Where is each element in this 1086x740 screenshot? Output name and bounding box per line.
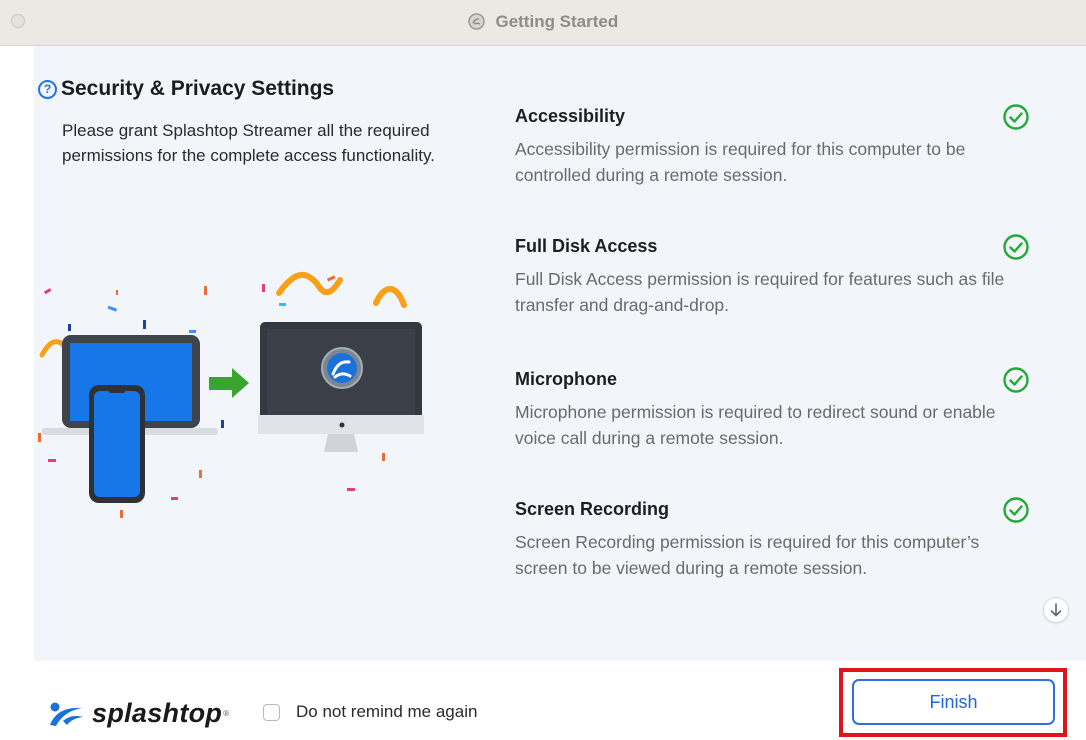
permission-title: Screen Recording [515, 499, 670, 519]
window-title-text: Getting Started [495, 12, 619, 31]
permission-full-disk-access: Full Disk Access Full Disk Access permis… [515, 232, 1035, 365]
check-circle-icon [1003, 497, 1029, 523]
do-not-remind-checkbox[interactable] [263, 703, 280, 721]
permission-title: Full Disk Access [515, 236, 658, 256]
check-circle-icon [1003, 104, 1029, 130]
intro-text: Please grant Splashtop Streamer all the … [62, 121, 435, 165]
permission-description: Microphone permission is required to red… [515, 402, 996, 448]
permission-description: Screen Recording permission is required … [515, 532, 980, 578]
arrow-down-icon [1050, 603, 1062, 617]
brand-registered-mark: ® [223, 708, 230, 718]
permission-list: Accessibility Accessibility permission i… [515, 102, 1035, 625]
splashtop-logo: splashtop ® [46, 697, 229, 729]
window-title: Getting Started [0, 12, 1086, 32]
section-heading: ? Security & Privacy Settings [38, 77, 334, 101]
section-heading-text: Security & Privacy Settings [61, 77, 335, 100]
scroll-down-button[interactable] [1043, 597, 1069, 623]
finish-button[interactable]: Finish [852, 679, 1055, 725]
arrow-right-icon [209, 368, 249, 398]
do-not-remind-label[interactable]: Do not remind me again [296, 702, 477, 722]
splashtop-app-icon [467, 13, 485, 30]
permission-description: Accessibility permission is required for… [515, 139, 966, 185]
brand-name: splashtop [92, 697, 223, 728]
permission-microphone: Microphone Microphone permission is requ… [515, 365, 1035, 495]
devices-illustration [38, 271, 424, 518]
permission-accessibility: Accessibility Accessibility permission i… [515, 102, 1035, 232]
phone [89, 385, 145, 503]
title-bar: Getting Started [0, 0, 1086, 46]
remind-option[interactable]: Do not remind me again [263, 702, 477, 722]
permission-title: Microphone [515, 369, 617, 389]
splashtop-icon [50, 702, 83, 726]
desktop-monitor [258, 322, 424, 452]
permission-screen-recording: Screen Recording Screen Recording permis… [515, 495, 1035, 625]
question-circle-icon[interactable]: ? [38, 79, 57, 99]
permission-title: Accessibility [515, 106, 626, 126]
check-circle-icon [1003, 367, 1029, 393]
check-circle-icon [1003, 234, 1029, 260]
permission-description: Full Disk Access permission is required … [515, 269, 1005, 315]
